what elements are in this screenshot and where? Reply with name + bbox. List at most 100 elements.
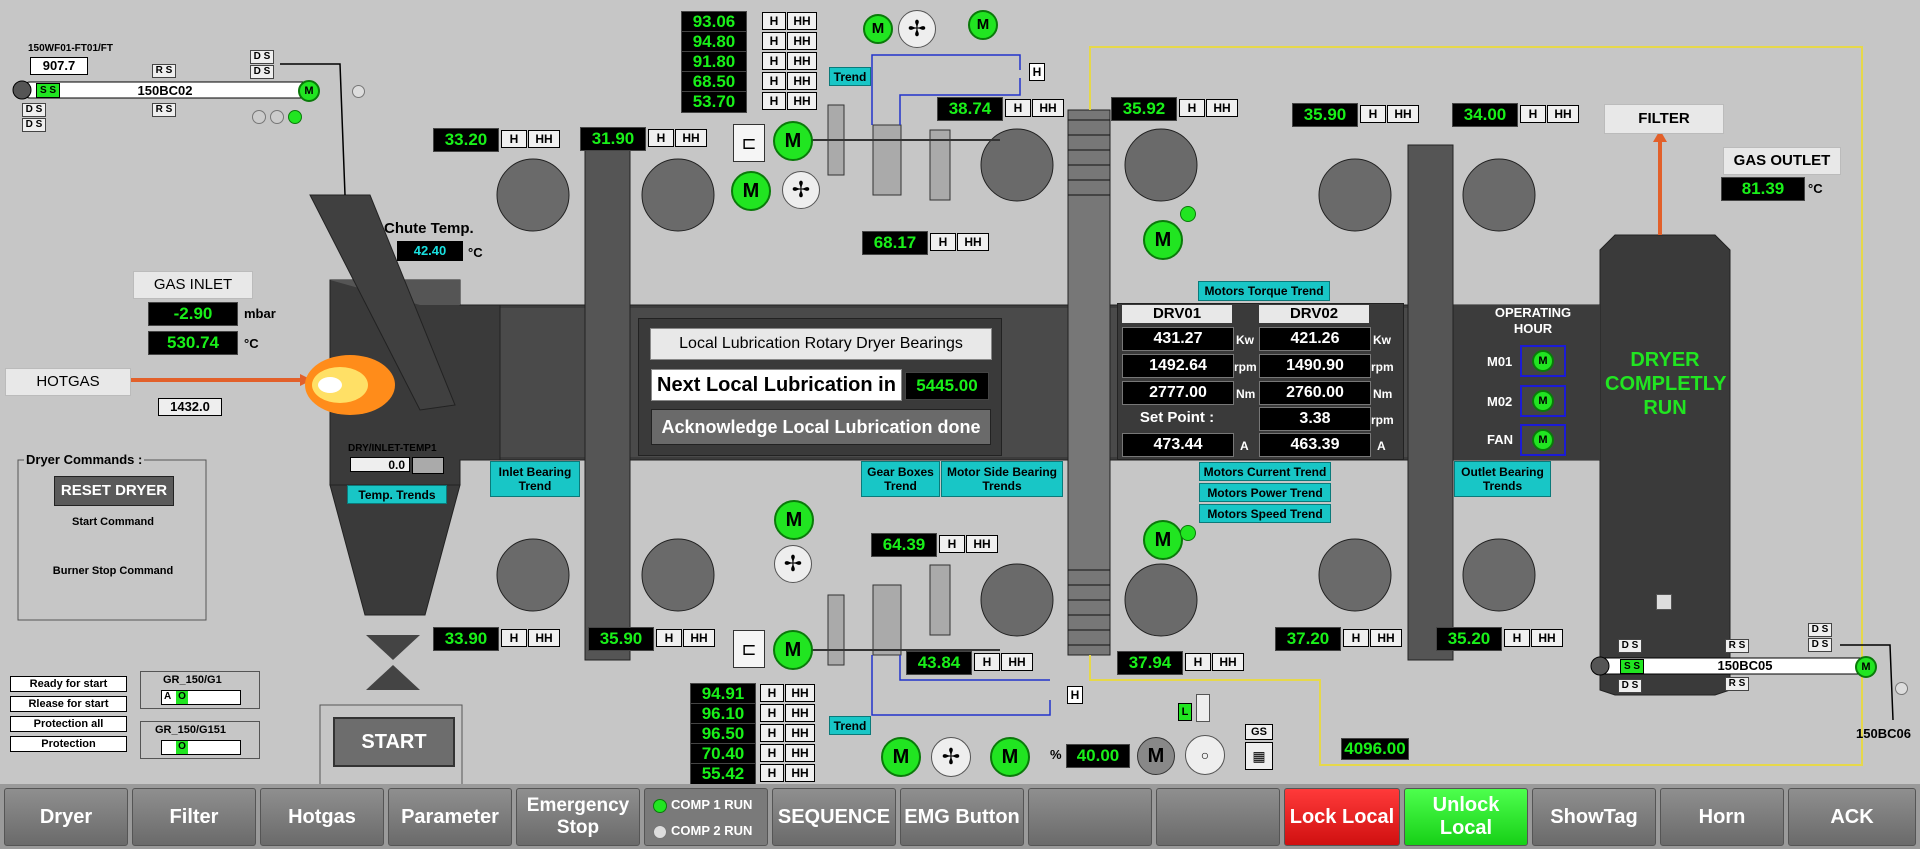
bc05-ds-4: D S bbox=[1808, 638, 1832, 652]
chute-temp-value: 42.40 bbox=[397, 241, 463, 261]
main-motor-1-icon[interactable]: M bbox=[773, 121, 813, 161]
alarm-hh: HH bbox=[1547, 105, 1579, 123]
gas-inlet-pressure-unit: mbar bbox=[244, 306, 276, 321]
alarm-hh: HH bbox=[785, 704, 815, 722]
bc02-name: 150BC02 bbox=[137, 83, 193, 98]
m01-label: M01 bbox=[1487, 354, 1513, 369]
drive-motor-bottom-icon[interactable]: M bbox=[1143, 520, 1183, 560]
bc05-rs-bottom: R S bbox=[1725, 677, 1749, 691]
damper-icon[interactable]: ○ bbox=[1185, 735, 1225, 775]
drive-motor-bottom-lamp-icon bbox=[1180, 525, 1196, 541]
unlock-local-button[interactable]: Unlock Local bbox=[1404, 788, 1528, 846]
showtag-button[interactable]: ShowTag bbox=[1532, 788, 1656, 846]
nav-parameter-button[interactable]: Parameter bbox=[388, 788, 512, 846]
bc05-ds-3: D S bbox=[1808, 623, 1832, 637]
alarm-hh: HH bbox=[787, 52, 817, 70]
inlet-bearing-trend-button[interactable]: Inlet Bearing Trend bbox=[490, 461, 580, 497]
m02-motor-icon: M bbox=[1532, 390, 1554, 412]
main-motor-3-icon[interactable]: M bbox=[773, 630, 813, 670]
bottom-stack-temp-3: 96.50 bbox=[690, 723, 756, 745]
bearing-temp-12: 37.94 bbox=[1117, 651, 1183, 675]
motors-power-trend-button[interactable]: Motors Power Trend bbox=[1199, 483, 1331, 502]
alarm-h: H bbox=[1360, 105, 1386, 123]
motors-torque-trend-button[interactable]: Motors Torque Trend bbox=[1198, 281, 1330, 301]
horn-button[interactable]: Horn bbox=[1660, 788, 1784, 846]
start-button[interactable]: START bbox=[333, 717, 455, 767]
m01-indicator[interactable]: M bbox=[1520, 345, 1566, 377]
status-protection: Protection bbox=[10, 736, 127, 752]
nav-dryer-button[interactable]: Dryer bbox=[4, 788, 128, 846]
alarm-hh: HH bbox=[1387, 105, 1419, 123]
alarm-h: H bbox=[760, 744, 784, 762]
fan-indicator[interactable]: M bbox=[1520, 424, 1566, 456]
m02-indicator[interactable]: M bbox=[1520, 385, 1566, 417]
bearing-temp-1: 33.20 bbox=[433, 128, 499, 152]
comp2-label: COMP 2 RUN bbox=[671, 823, 753, 838]
blank-button-2[interactable] bbox=[1156, 788, 1280, 846]
acknowledge-lubrication-button[interactable]: Acknowledge Local Lubrication done bbox=[651, 409, 991, 445]
outlet-bearing-trends-button[interactable]: Outlet Bearing Trends bbox=[1454, 461, 1551, 497]
motor-icon[interactable]: M bbox=[990, 737, 1030, 777]
fan-icon[interactable]: ✢ bbox=[898, 10, 936, 48]
bc02-ds-1: D S bbox=[250, 50, 274, 64]
motor-icon[interactable]: M bbox=[968, 10, 998, 40]
alarm-h: H bbox=[762, 12, 786, 30]
motor-icon[interactable]: M bbox=[881, 737, 921, 777]
burner-stop-command-label[interactable]: Burner Stop Command bbox=[40, 565, 186, 577]
chute-temp-label: Chute Temp. bbox=[384, 220, 474, 237]
emergency-stop-button[interactable]: Emergency Stop bbox=[516, 788, 640, 846]
ack-button[interactable]: ACK bbox=[1788, 788, 1916, 846]
reset-dryer-button[interactable]: RESET DRYER bbox=[54, 476, 174, 506]
bc02-motor-icon[interactable]: M bbox=[298, 80, 320, 102]
drv02-rpm: 1490.90 bbox=[1259, 354, 1371, 378]
fan-icon[interactable]: ✢ bbox=[774, 545, 812, 583]
blank-button-1[interactable] bbox=[1028, 788, 1152, 846]
alarm-hh: HH bbox=[787, 92, 817, 110]
bc05-rs-top: R S bbox=[1725, 639, 1749, 653]
drv01-rpm: 1492.64 bbox=[1122, 354, 1234, 378]
top-stack-temp-5: 53.70 bbox=[681, 91, 747, 113]
emg-button[interactable]: EMG Button bbox=[900, 788, 1024, 846]
bearing-temp-4: 35.92 bbox=[1111, 97, 1177, 121]
drive-motor-top-icon[interactable]: M bbox=[1143, 220, 1183, 260]
m01-motor-icon: M bbox=[1532, 350, 1554, 372]
bc02-rs-bottom: R S bbox=[152, 103, 176, 117]
trend-button-top[interactable]: Trend bbox=[829, 67, 871, 86]
bc02-lamp-icon bbox=[352, 85, 365, 98]
bc02-rs-top: R S bbox=[152, 64, 176, 78]
valve-motor-icon[interactable]: M bbox=[1137, 737, 1175, 775]
trend-button-bottom[interactable]: Trend bbox=[829, 716, 871, 735]
bc05-motor-icon[interactable]: M bbox=[1855, 656, 1877, 678]
top-stack-temp-4: 68.50 bbox=[681, 71, 747, 93]
fan-icon[interactable]: ✢ bbox=[931, 737, 971, 777]
bc05-ss: S S bbox=[1620, 659, 1644, 674]
alarm-h: H bbox=[501, 629, 527, 647]
hotgas-value: 1432.0 bbox=[158, 398, 222, 416]
drv02-nm-unit: Nm bbox=[1373, 387, 1393, 401]
lock-local-button[interactable]: Lock Local bbox=[1284, 788, 1400, 846]
sequence-button[interactable]: SEQUENCE bbox=[772, 788, 896, 846]
start-command-label[interactable]: Start Command bbox=[60, 516, 166, 528]
fan-icon[interactable]: ✢ bbox=[782, 171, 820, 209]
motor-side-bearing-trends-button[interactable]: Motor Side Bearing Trends bbox=[941, 461, 1063, 497]
h-indicator-top: H bbox=[1029, 63, 1045, 81]
bottom-stack-temp-4: 70.40 bbox=[690, 743, 756, 765]
alarm-h: H bbox=[1185, 653, 1211, 671]
bottom-stack-temp-2: 96.10 bbox=[690, 703, 756, 725]
gear-boxes-trend-button[interactable]: Gear Boxes Trend bbox=[861, 461, 940, 497]
bc06-lamp-icon bbox=[1895, 682, 1908, 695]
filter-label[interactable]: FILTER bbox=[1604, 104, 1724, 134]
motor-icon[interactable]: M bbox=[774, 500, 814, 540]
chute-temp-unit: °C bbox=[468, 245, 483, 260]
bearing-temp-7: 68.17 bbox=[862, 231, 928, 255]
motors-current-trend-button[interactable]: Motors Current Trend bbox=[1199, 462, 1331, 481]
alarm-hh: HH bbox=[785, 764, 815, 782]
temp-trends-button[interactable]: Temp. Trends bbox=[347, 485, 447, 504]
nav-hotgas-button[interactable]: Hotgas bbox=[260, 788, 384, 846]
top-stack-temp-2: 94.80 bbox=[681, 31, 747, 53]
nav-filter-button[interactable]: Filter bbox=[132, 788, 256, 846]
motor-icon[interactable]: M bbox=[863, 14, 893, 44]
main-motor-2-icon[interactable]: M bbox=[731, 171, 771, 211]
alarm-hh: HH bbox=[785, 724, 815, 742]
motors-speed-trend-button[interactable]: Motors Speed Trend bbox=[1199, 504, 1331, 523]
